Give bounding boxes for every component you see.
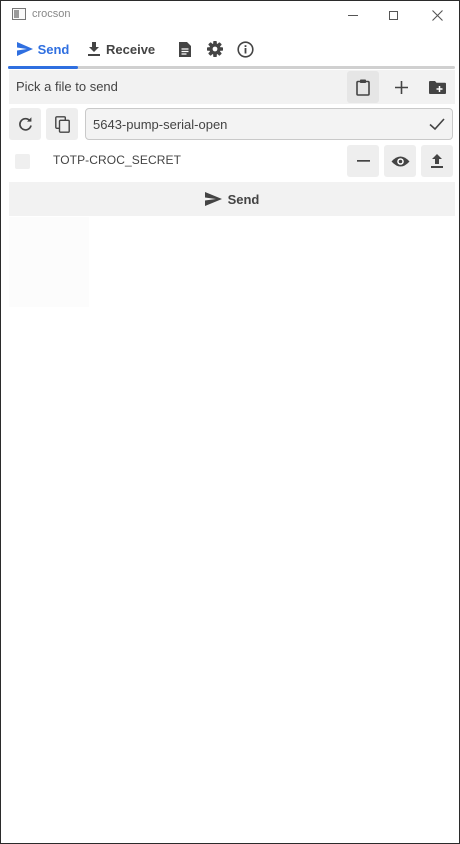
copy-code-button[interactable] (46, 108, 78, 140)
tab-send-label: Send (37, 41, 70, 57)
send-icon (16, 42, 33, 56)
tab-settings[interactable] (204, 32, 226, 66)
file-name: TOTP-CROC_SECRET (53, 153, 182, 167)
app-window: crocson Send Receive Pick a file to send… (0, 0, 460, 844)
tab-receive[interactable]: Receive (88, 32, 168, 66)
minimize-button[interactable] (331, 1, 375, 29)
add-file-button[interactable] (385, 71, 417, 103)
file-picker-row: Pick a file to send (9, 70, 455, 104)
app-icon (12, 8, 26, 20)
preview-file-button[interactable] (384, 145, 416, 177)
window-title: crocson (32, 8, 71, 20)
copy-icon (54, 115, 70, 133)
add-folder-button[interactable] (421, 71, 453, 103)
maximize-button[interactable] (371, 1, 415, 29)
upload-icon (431, 154, 443, 168)
upload-file-button[interactable] (421, 145, 453, 177)
add-folder-icon (428, 80, 446, 94)
send-button[interactable]: Send (9, 182, 455, 216)
tab-receive-label: Receive (106, 41, 156, 57)
code-row (9, 107, 455, 141)
gear-icon (207, 41, 223, 57)
minimize-icon (348, 14, 358, 16)
tab-bar: Send Receive (8, 32, 455, 70)
tab-about[interactable] (234, 32, 256, 66)
maximize-icon (388, 10, 398, 20)
send-icon (204, 192, 222, 206)
list-item: TOTP-CROC_SECRET (9, 144, 455, 178)
clipboard-icon (356, 79, 370, 96)
minus-icon (356, 160, 370, 162)
refresh-icon (18, 116, 32, 131)
paste-from-clipboard-button[interactable] (347, 71, 379, 103)
remove-file-button[interactable] (347, 145, 379, 177)
tab-send[interactable]: Send (8, 32, 78, 66)
transfer-code-input[interactable] (85, 108, 453, 140)
regenerate-code-button[interactable] (9, 108, 41, 140)
download-icon (88, 42, 100, 56)
document-icon (179, 41, 191, 57)
tab-docs[interactable] (174, 32, 196, 66)
send-button-label: Send (227, 191, 260, 207)
close-icon (431, 9, 443, 21)
empty-area (9, 217, 89, 307)
file-checkbox[interactable] (15, 154, 30, 169)
info-icon (236, 40, 254, 58)
close-button[interactable] (415, 1, 459, 29)
title-bar: crocson (1, 1, 459, 29)
check-icon[interactable] (428, 115, 446, 133)
active-tab-indicator (8, 66, 78, 69)
eye-icon (391, 156, 409, 166)
plus-icon (394, 80, 408, 94)
pick-file-label: Pick a file to send (16, 79, 118, 94)
